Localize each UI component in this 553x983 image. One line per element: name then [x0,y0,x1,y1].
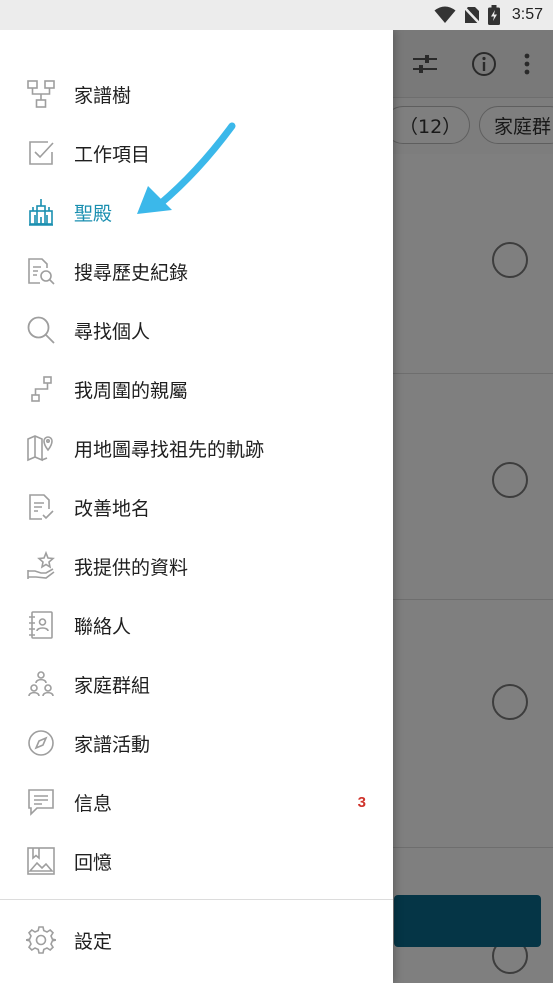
menu-item-label: 搜尋歷史紀錄 [74,261,189,284]
menu-item-family-tree[interactable]: 家譜樹 [0,68,393,120]
contacts-book-icon [26,610,56,640]
family-group-icon [26,669,56,699]
menu-item-memories[interactable]: 回憶 [0,835,393,887]
menu-item-record-search[interactable]: 搜尋歷史紀錄 [0,245,393,297]
menu-item-activities[interactable]: 家譜活動 [0,717,393,769]
menu-item-label: 我提供的資料 [74,556,189,579]
menu-item-label: 家庭群組 [74,674,151,697]
menu-item-label: 尋找個人 [74,320,151,343]
menu-item-contacts[interactable]: 聯絡人 [0,599,393,651]
menu-item-label: 我周圍的親屬 [74,379,189,402]
map-pin-icon [26,433,56,463]
search-icon [26,315,56,345]
menu-item-settings[interactable]: 設定 [0,914,393,966]
menu-item-my-contributions[interactable]: 我提供的資料 [0,540,393,592]
menu-item-label: 信息 [74,792,113,815]
menu-item-ancestor-map[interactable]: 用地圖尋找祖先的軌跡 [0,422,393,474]
status-bar: 3:57 [0,0,553,30]
menu-item-label: 回憶 [74,851,113,874]
family-tree-icon [26,79,56,109]
menu-item-label: 聯絡人 [74,615,132,638]
memories-photo-icon [26,846,56,876]
no-sim-icon [463,6,480,24]
wifi-icon [434,6,456,24]
status-time: 3:57 [511,6,543,23]
menu-item-improve-places[interactable]: 改善地名 [0,481,393,533]
menu-item-label: 工作項目 [74,143,151,166]
menu-item-tasks[interactable]: 工作項目 [0,127,393,179]
temple-icon [26,197,56,227]
relatives-nearby-icon [26,374,56,404]
gear-icon [26,925,56,955]
menu-item-messages[interactable]: 信息 3 [0,776,393,828]
compass-icon [26,728,56,758]
menu-item-label: 家譜活動 [74,733,151,756]
menu-item-label: 設定 [74,930,113,953]
menu-item-label: 家譜樹 [74,84,132,107]
menu-item-label: 聖殿 [74,202,113,225]
navigation-drawer: 家譜樹 工作項目 聖殿 搜尋歷史紀錄 尋找個人 我周圍的親屬 用地圖尋找祖先的軌… [0,30,393,983]
unread-count-badge: 3 [357,793,366,811]
menu-item-label: 改善地名 [74,497,151,520]
drawer-divider [0,899,393,900]
menu-item-temple[interactable]: 聖殿 [0,186,393,238]
hand-star-icon [26,551,56,581]
message-icon [26,787,56,817]
record-search-icon [26,256,56,286]
task-check-icon [26,138,56,168]
menu-item-find-person[interactable]: 尋找個人 [0,304,393,356]
menu-item-family-groups[interactable]: 家庭群組 [0,658,393,710]
battery-charging-icon [487,5,500,25]
menu-item-label: 用地圖尋找祖先的軌跡 [74,438,265,461]
place-document-icon [26,492,56,522]
menu-item-relatives-around-me[interactable]: 我周圍的親屬 [0,363,393,415]
